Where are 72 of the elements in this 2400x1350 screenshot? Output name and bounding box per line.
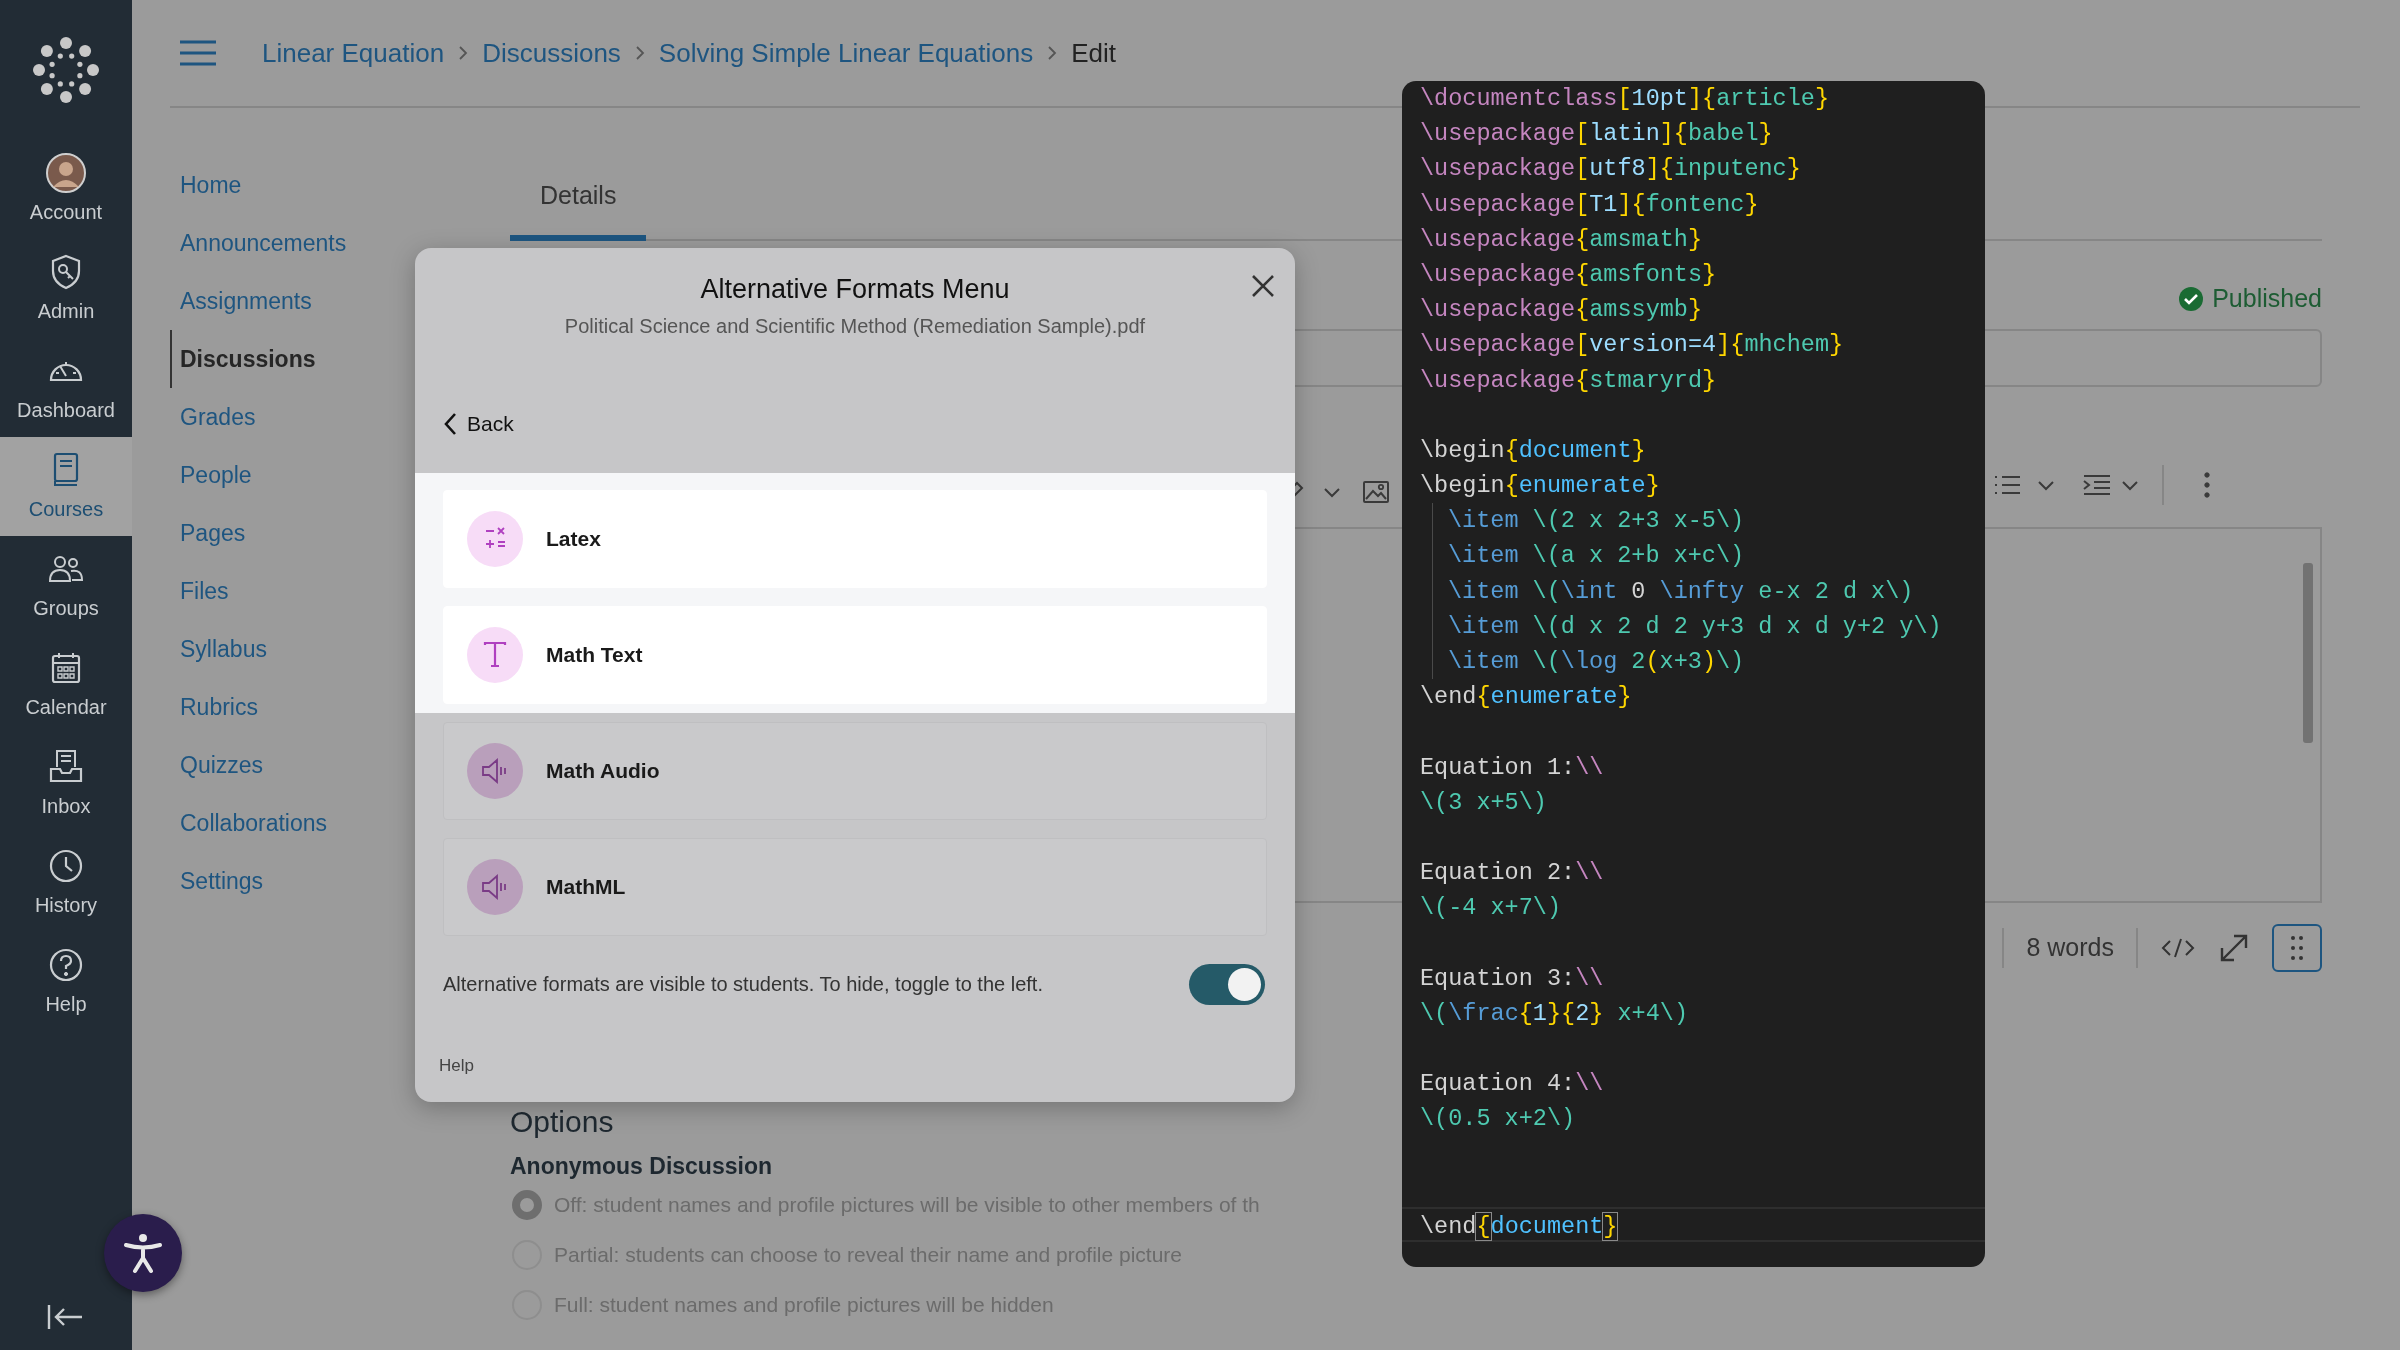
code-line: Equation 4:\\ [1420,1069,1604,1100]
code-line: \(-4 x+7\) [1420,893,1562,924]
code-line: \(0.5 x+2\) [1420,1104,1576,1135]
format-option[interactable]: MathML [443,838,1267,936]
nav-item[interactable]: Courses [0,437,132,536]
toggle-switch[interactable] [1189,963,1265,1005]
nav-item[interactable]: History [0,833,132,932]
image-icon[interactable] [1362,478,1390,505]
code-line: Equation 2:\\ [1420,858,1604,889]
code-line: \item \(d x 2 d 2 y+3 d x d y+2 y\) [1432,608,1942,644]
format-option[interactable]: Math Text [443,606,1267,704]
section-heading: Options [510,1103,614,1140]
code-line: \begin{enumerate} [1420,471,1660,502]
code-line: \(3 x+5\) [1420,787,1547,818]
course-nav-link[interactable]: Announcements [170,214,510,272]
drag-handle-button[interactable] [2272,923,2322,972]
nav-item[interactable]: Dashboard [0,338,132,437]
breadcrumb-link[interactable]: Linear Equation [262,33,445,73]
logo-icon[interactable] [31,35,101,105]
tab[interactable]: Details [510,165,647,241]
nav-item[interactable]: Calendar [0,635,132,734]
accessibility-icon [121,1231,165,1275]
drag-handle-icon [2290,934,2304,961]
code-line: \begin{document} [1420,435,1646,466]
code-line: \documentclass[10pt]{article} [1420,84,1829,114]
format-option[interactable]: Math Audio [443,722,1267,820]
course-nav-link[interactable]: Home [170,156,510,214]
code-line: \item \(a x 2+b x+c\) [1432,538,1745,574]
accessibility-button[interactable] [104,1214,182,1292]
help-link[interactable]: Help [439,1055,474,1077]
avatar-icon [46,152,86,193]
code-line: \usepackage{amssymb} [1420,295,1703,326]
dialog-subtitle: Political Science and Scientific Method (Remediation Sample).pdf [564,314,1146,338]
kebab-icon[interactable] [2202,469,2212,500]
chevron-icon [634,45,645,61]
code-line: \usepackage[latin]{babel} [1420,119,1773,150]
code-line: \item \(\int 0 \infty e-x 2 d x\) [1432,573,1914,609]
code-line: \usepackage[T1]{fontenc} [1420,189,1759,220]
close-icon [1250,273,1276,299]
chevron-icon [1047,45,1058,61]
breadcrumb-link[interactable]: Solving Simple Linear Equations [658,33,1034,73]
dialog-title: Alternative Formats Menu [700,274,1010,304]
code-line: \usepackage[utf8]{inputenc} [1420,154,1801,185]
check-circle-icon [2178,285,2205,312]
code-line: \(\frac{1}{2} x+4\) [1420,998,1688,1029]
nav-item[interactable]: Account [0,140,132,239]
back-button[interactable]: Back [439,403,518,445]
chevron-left-icon [443,412,457,436]
code-line: \usepackage{stmaryrd} [1420,365,1717,396]
menu-icon[interactable] [178,39,218,67]
code-line: \item \(2 x 2+3 x-5\) [1432,503,1745,539]
format-option[interactable]: Latex [443,490,1267,588]
nav-item[interactable]: Groups [0,536,132,635]
code-line: \usepackage{amsmath} [1420,224,1703,255]
code-line: Equation 3:\\ [1420,963,1604,994]
nav-item[interactable]: Admin [0,239,132,338]
breadcrumb-link[interactable]: Discussions [482,33,621,73]
code-line: \usepackage[version=4]{mhchem} [1420,330,1844,361]
radio-button[interactable] [512,1189,542,1220]
code-line: Equation 1:\\ [1420,752,1604,783]
option-title: Anonymous Discussion [510,1151,772,1180]
code-line: \end{enumerate} [1420,682,1632,713]
nav-item[interactable]: Inbox [0,734,132,833]
nav-item[interactable]: Help [0,932,132,1031]
code-line: \item \(\log 2(x+3)\) [1432,644,1745,680]
code-line: \end{document} [1402,1207,1985,1243]
status-label: Published [2212,282,2322,314]
chevron-icon [458,45,469,61]
scrollbar-thumb[interactable] [2303,562,2313,743]
word-count: 8 words [2026,931,2114,963]
toggle-description: Alternative formats are visible to students. To hide, toggle to the left. [443,972,1043,997]
code-line: \usepackage{amsfonts} [1420,259,1717,290]
